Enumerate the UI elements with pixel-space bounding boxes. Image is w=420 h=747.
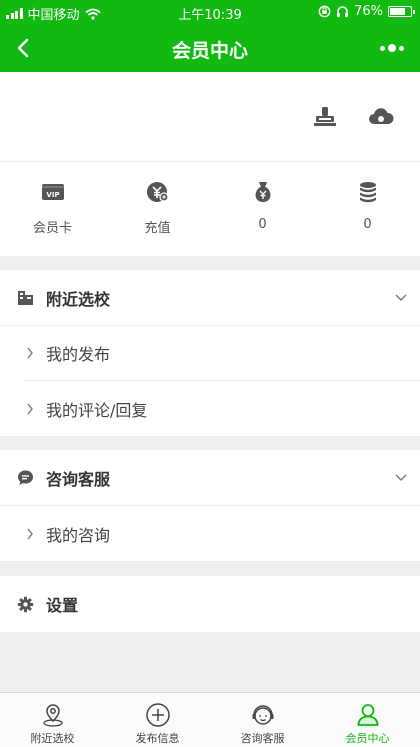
map-pin-icon xyxy=(42,704,63,727)
stat-recharge[interactable]: 充值 xyxy=(105,162,210,256)
service-agent-icon xyxy=(252,705,273,725)
tab-label: 会员中心 xyxy=(345,732,390,745)
section-title: 咨询客服 xyxy=(46,469,111,489)
battery-icon xyxy=(388,6,415,17)
svg-text:VIP: VIP xyxy=(46,191,59,199)
section-header-nearby[interactable]: 附近选校 xyxy=(0,270,420,326)
stat-coins[interactable]: 0 xyxy=(315,162,420,256)
tab-nearby-schools[interactable]: 附近选校 xyxy=(0,693,105,747)
section-customer-service: 咨询客服 我的咨询 xyxy=(0,450,420,561)
more-options-button[interactable] xyxy=(374,32,410,64)
page-title: 会员中心 xyxy=(171,40,248,62)
member-stats: VIP 会员卡 充值 0 0 xyxy=(0,162,420,256)
chat-bubble-icon xyxy=(18,470,33,485)
school-building-icon xyxy=(18,291,33,305)
bottom-tab-bar: 附近选校 发布信息 咨询客服 会员中心 xyxy=(0,692,420,747)
recharge-icon xyxy=(146,182,169,202)
tab-member-center[interactable]: 会员中心 xyxy=(315,693,420,747)
menu-item-my-posts[interactable]: 我的发布 xyxy=(24,326,420,381)
menu-item-label: 我的发布 xyxy=(46,345,111,364)
coin-stack-icon xyxy=(359,182,376,203)
vip-card-icon: VIP xyxy=(41,184,64,200)
menu-item-label: 我的评论/回复 xyxy=(46,400,148,420)
settings-row[interactable]: 设置 xyxy=(0,576,420,632)
stat-label: 充值 xyxy=(144,221,171,236)
stat-vip-card[interactable]: VIP 会员卡 xyxy=(0,162,105,256)
tab-label: 发布信息 xyxy=(135,732,180,745)
money-bag-icon xyxy=(255,182,270,202)
tab-customer-service[interactable]: 咨询客服 xyxy=(210,693,315,747)
stat-balance[interactable]: 0 xyxy=(210,162,315,256)
cloud-icon[interactable] xyxy=(368,104,394,130)
stat-label: 会员卡 xyxy=(32,221,72,236)
tab-label: 咨询客服 xyxy=(240,732,285,745)
chevron-right-icon xyxy=(27,347,33,359)
plus-circle-icon xyxy=(145,703,170,727)
chevron-right-icon xyxy=(27,528,33,539)
chevron-right-icon xyxy=(27,403,33,414)
nav-bar: 会员中心 xyxy=(0,24,420,72)
section-header-consult[interactable]: 咨询客服 xyxy=(0,450,420,506)
section-title: 设置 xyxy=(46,596,79,615)
stat-value: 0 xyxy=(363,217,372,232)
stat-value: 0 xyxy=(258,217,267,232)
tab-label: 附近选校 xyxy=(30,732,75,745)
menu-item-label: 我的咨询 xyxy=(46,525,111,545)
section-title: 附近选校 xyxy=(46,289,111,309)
gear-icon xyxy=(17,596,34,612)
stamp-icon[interactable] xyxy=(312,104,338,130)
headphones-icon xyxy=(337,6,349,17)
user-icon xyxy=(357,704,378,726)
chevron-down-icon xyxy=(395,294,407,301)
menu-item-my-consultations[interactable]: 我的咨询 xyxy=(24,506,420,561)
section-nearby-schools: 附近选校 我的发布 我的评论/回复 xyxy=(0,270,420,436)
rotation-lock-icon xyxy=(318,5,331,18)
menu-item-my-comments[interactable]: 我的评论/回复 xyxy=(24,381,420,436)
tab-publish[interactable]: 发布信息 xyxy=(105,693,210,747)
section-settings: 设置 xyxy=(0,576,420,632)
profile-header xyxy=(0,72,420,162)
chevron-down-icon xyxy=(395,474,407,481)
status-bar: 中国移动 上午10:39 76% xyxy=(0,0,420,24)
battery-percent: 76% xyxy=(354,4,383,19)
